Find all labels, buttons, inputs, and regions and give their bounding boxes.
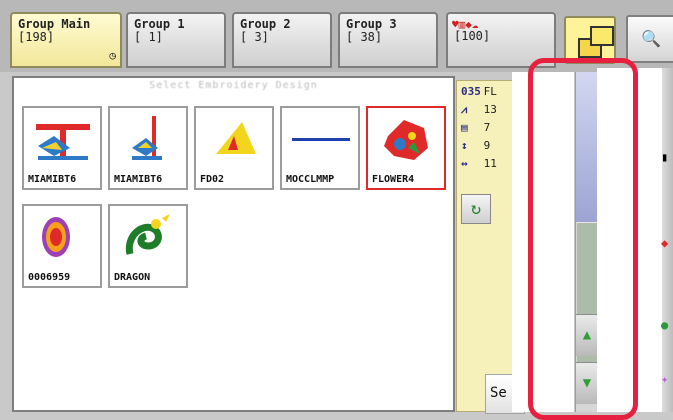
design-name: FL xyxy=(483,85,497,98)
design-id-row: 035 FL xyxy=(461,85,497,98)
tab-group-2[interactable]: Group 2 [ 3] xyxy=(232,12,332,68)
design-thumb-4[interactable]: MOCCLMMP xyxy=(280,106,360,190)
height-row: ↕ 9 xyxy=(461,139,490,152)
stitched-tower-icon xyxy=(132,116,162,160)
rotate-button[interactable]: ↻ xyxy=(461,194,491,224)
design-width: 11 xyxy=(483,157,497,170)
design-thumb-2[interactable]: MIAMIBT6 xyxy=(108,106,188,190)
search-button[interactable]: 🔍 xyxy=(626,15,673,63)
flower-icon xyxy=(384,120,428,160)
oval-badge-icon xyxy=(42,217,70,257)
stitch-count-row: ⩘ 13 xyxy=(461,103,497,117)
width-row: ↔ 11 xyxy=(461,157,497,170)
tab-count: [ 1] xyxy=(134,30,163,44)
color-count: 7 xyxy=(483,121,491,134)
tab-group-3[interactable]: Group 3 [ 38] xyxy=(338,12,438,68)
clock-icon: ◷ xyxy=(109,49,116,62)
design-label: FD02 xyxy=(200,174,225,185)
tab-count: [ 38] xyxy=(346,30,383,44)
width-icon: ↔ xyxy=(461,157,468,170)
yellow-triangle-icon xyxy=(216,122,256,154)
design-label: FLOWER4 xyxy=(372,174,415,185)
rotate-icon: ↻ xyxy=(470,199,482,219)
panel-title: Select Embroidery Design xyxy=(149,80,318,91)
tab-count: [100] xyxy=(454,29,491,43)
magnifier-icon: 🔍 xyxy=(641,29,661,48)
tab-group-main[interactable]: Group Main [198] ◷ xyxy=(10,12,122,68)
design-thumb-6[interactable]: 0006959 xyxy=(22,204,102,288)
copy-button[interactable] xyxy=(564,16,616,64)
design-label: MIAMIBT6 xyxy=(114,174,163,185)
design-list-panel: Select Embroidery Design MIAMIBT6 MIAMIB… xyxy=(12,76,455,412)
edge-marker-icon: ▮ xyxy=(661,150,669,164)
design-label: MOCCLMMP xyxy=(286,174,335,185)
design-label: MIAMIBT6 xyxy=(28,174,77,185)
tab-count: [198] xyxy=(18,30,55,44)
tab-count: [ 3] xyxy=(240,30,269,44)
design-thumb-5[interactable]: FLOWER4 xyxy=(366,106,446,190)
edge-warning-icon: ◆ xyxy=(661,236,669,250)
design-id: 035 xyxy=(461,85,481,98)
edge-green-icon: ● xyxy=(661,318,669,332)
design-thumb-1[interactable]: MIAMIBT6 xyxy=(22,106,102,190)
design-thumb-3[interactable]: FD02 xyxy=(194,106,274,190)
color-count-row: ▤ 7 xyxy=(461,121,490,134)
highlight-outline xyxy=(528,58,638,420)
stitched-anchor-icon xyxy=(36,124,90,160)
select-button-label: Se xyxy=(490,385,507,401)
color-count-icon: ▤ xyxy=(461,121,468,134)
dragon-icon xyxy=(125,214,170,255)
design-height: 9 xyxy=(483,139,491,152)
stacked-pages-icon xyxy=(590,26,614,46)
tab-group-1[interactable]: Group 1 [ 1] xyxy=(126,12,226,68)
design-label: 0006959 xyxy=(28,272,71,283)
stitch-icon: ⩘ xyxy=(461,103,468,116)
blue-line-icon xyxy=(292,138,350,141)
stitch-count: 13 xyxy=(483,103,497,116)
height-icon: ↕ xyxy=(461,139,468,152)
design-label: DRAGON xyxy=(114,272,151,283)
design-thumb-7[interactable]: DRAGON xyxy=(108,204,188,288)
favorites-icons: ♥▥◆☁ xyxy=(452,18,479,31)
edge-purple-icon: ✦ xyxy=(661,372,669,386)
